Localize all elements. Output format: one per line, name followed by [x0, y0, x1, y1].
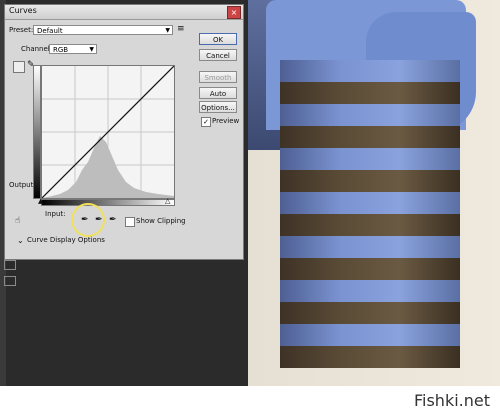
preset-label: Preset: — [9, 26, 34, 34]
smooth-button[interactable]: Smooth — [199, 71, 237, 83]
chevron-down-icon: ▼ — [165, 27, 170, 34]
curve-tool-icon[interactable] — [13, 61, 25, 73]
input-label: Input: — [45, 210, 66, 218]
ok-button[interactable]: OK — [199, 33, 237, 45]
eyedropper-white-icon[interactable]: ✒ — [109, 215, 117, 225]
auto-button[interactable]: Auto — [199, 87, 237, 99]
output-label: Output: — [9, 181, 36, 189]
channel-select[interactable]: RGB ▼ — [49, 44, 97, 54]
show-clipping-label: Show Clipping — [136, 217, 186, 225]
output-gradient — [33, 65, 41, 199]
screenshot-frame: Curves × Preset: Default ▼ ≡ Channel: RG… — [0, 0, 500, 386]
close-icon[interactable]: × — [227, 6, 241, 19]
preset-value: Default — [37, 27, 63, 35]
options-button[interactable]: Options... — [199, 101, 237, 113]
dialog-title: Curves — [9, 6, 37, 15]
channel-label: Channel: — [21, 45, 53, 53]
panel-icon[interactable] — [4, 276, 16, 286]
eyedropper-black-icon[interactable]: ✒ — [81, 215, 89, 225]
panel-icon[interactable] — [4, 260, 16, 270]
curve-display-options-label[interactable]: Curve Display Options — [27, 236, 105, 244]
expand-chevron-icon[interactable]: ⌄ — [17, 236, 24, 245]
preview-label: Preview — [212, 117, 240, 125]
show-clipping-checkbox[interactable] — [125, 217, 135, 227]
black-point-slider[interactable]: ▲ — [38, 197, 43, 205]
eyedropper-gray-icon[interactable]: ✒ — [95, 215, 103, 225]
cancel-button[interactable]: Cancel — [199, 49, 237, 61]
titlebar: Curves × — [5, 5, 243, 20]
preset-options-icon[interactable]: ≡ — [177, 24, 185, 34]
curves-graph-svg — [42, 66, 174, 198]
dress-stripes — [280, 60, 460, 386]
watermark: Fishki.net — [413, 391, 490, 410]
dress-photo — [248, 0, 500, 386]
white-point-slider[interactable]: △ — [165, 197, 170, 205]
channel-value: RGB — [53, 46, 69, 54]
preset-select[interactable]: Default ▼ — [33, 25, 173, 35]
curves-graph[interactable] — [41, 65, 175, 199]
input-gradient — [41, 199, 175, 206]
toolbar-icons — [4, 260, 18, 292]
targeted-adjustment-icon[interactable]: ☝ — [15, 216, 20, 226]
curves-dialog: Curves × Preset: Default ▼ ≡ Channel: RG… — [4, 4, 244, 260]
preview-checkbox[interactable]: ✓ — [201, 117, 211, 127]
chevron-down-icon: ▼ — [89, 46, 94, 53]
